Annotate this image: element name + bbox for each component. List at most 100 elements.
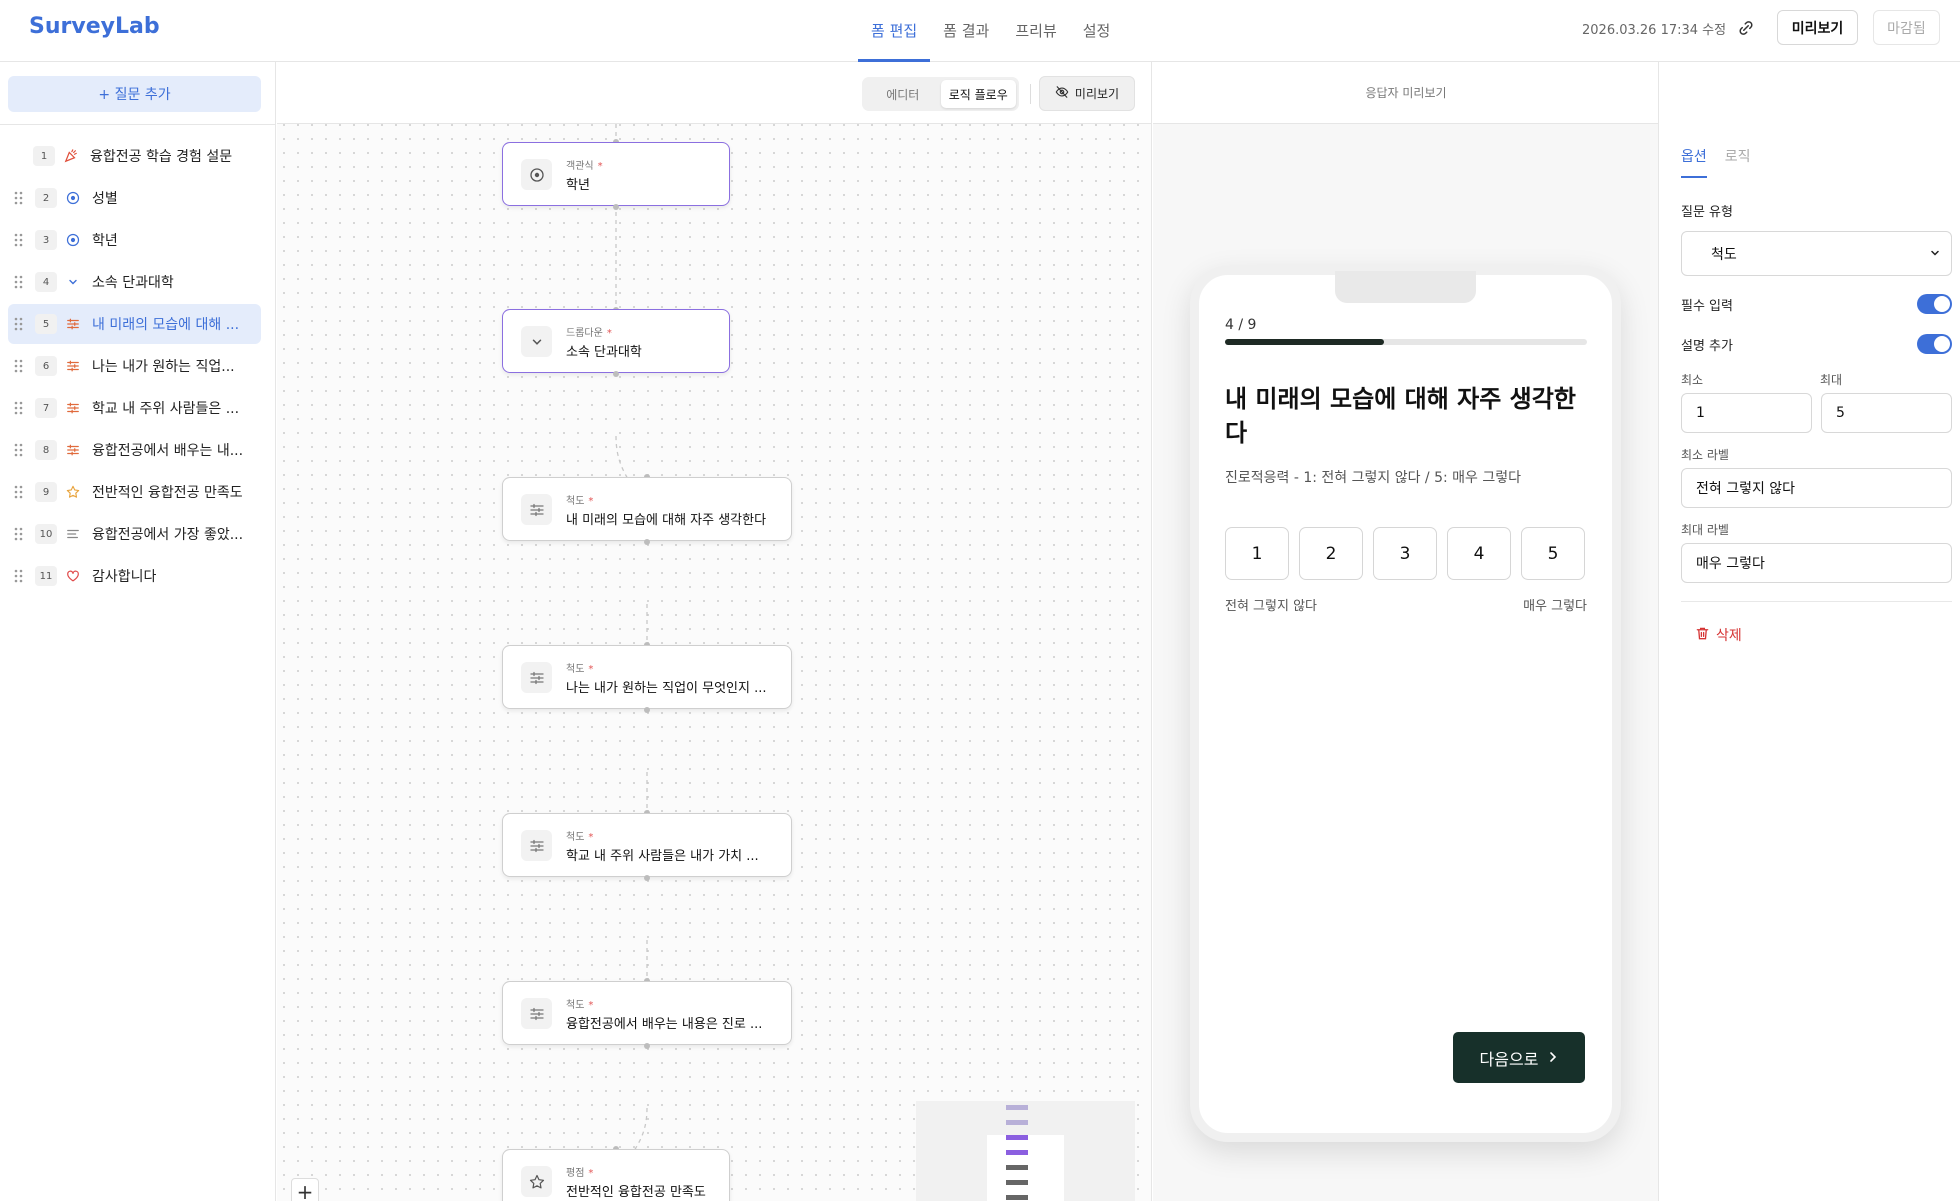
- tab-form-results[interactable]: 폼 결과: [930, 0, 1002, 62]
- preview-button[interactable]: 미리보기: [1777, 10, 1858, 45]
- drag-handle-icon[interactable]: [14, 569, 24, 583]
- tab-settings[interactable]: 설정: [1070, 0, 1124, 62]
- node-handle[interactable]: [644, 707, 650, 713]
- drag-handle-icon[interactable]: [14, 359, 24, 373]
- mode-editor[interactable]: 에디터: [865, 80, 941, 108]
- question-item-active[interactable]: 5 내 미래의 모습에 대해 ...: [8, 304, 261, 344]
- question-label: 학교 내 주위 사람들은 ...: [92, 401, 240, 417]
- flow-node[interactable]: 드롭다운 * 소속 단과대학: [502, 309, 730, 373]
- node-handle[interactable]: [613, 371, 619, 377]
- min-text-label: 최소 라벨: [1681, 448, 1729, 462]
- node-title: 소속 단과대학: [566, 345, 642, 360]
- tab-form-edit[interactable]: 폼 편집: [858, 0, 931, 62]
- question-number: 10: [35, 524, 57, 544]
- drag-handle-icon[interactable]: [14, 191, 24, 205]
- node-handle[interactable]: [613, 204, 619, 210]
- question-item[interactable]: 11 감사합니다: [8, 556, 261, 596]
- delete-question-button[interactable]: 삭제: [1695, 625, 1742, 645]
- question-item[interactable]: 10 융합전공에서 가장 좋았...: [8, 514, 261, 554]
- question-item[interactable]: 4 소속 단과대학: [8, 262, 261, 302]
- drag-handle-icon[interactable]: [14, 401, 24, 415]
- min-text-input[interactable]: 전혀 그렇지 않다: [1681, 468, 1952, 508]
- flow-minimap[interactable]: [916, 1101, 1135, 1201]
- drag-handle-icon[interactable]: [14, 443, 24, 457]
- question-label: 감사합니다: [92, 569, 157, 585]
- drag-handle-icon[interactable]: [14, 275, 24, 289]
- node-handle[interactable]: [644, 875, 650, 881]
- drag-handle-icon[interactable]: [14, 485, 24, 499]
- preview-toggle-label: 미리보기: [1074, 87, 1120, 101]
- max-value-input[interactable]: 5: [1821, 393, 1952, 433]
- scale-option-3[interactable]: 3: [1373, 527, 1437, 580]
- minimap-node: [1006, 1195, 1028, 1200]
- progress-fill: [1225, 339, 1385, 345]
- minimap-node: [1006, 1120, 1028, 1125]
- scale-icon: [65, 442, 81, 458]
- flow-node[interactable]: 척도 * 학교 내 주위 사람들은 내가 가치 ...: [502, 813, 792, 877]
- flow-node[interactable]: 척도 * 나는 내가 원하는 직업이 무엇인지 ...: [502, 645, 792, 709]
- flow-node[interactable]: 척도 * 내 미래의 모습에 대해 자주 생각한다: [502, 477, 792, 541]
- closed-button[interactable]: 마감됨: [1873, 10, 1940, 45]
- question-number: 4: [35, 272, 57, 292]
- node-title: 나는 내가 원하는 직업이 무엇인지 ...: [566, 681, 767, 696]
- question-item[interactable]: 6 나는 내가 원하는 직업...: [8, 346, 261, 386]
- scale-option-1[interactable]: 1: [1225, 527, 1289, 580]
- tab-preview[interactable]: 프리뷰: [1002, 0, 1069, 62]
- mode-logic-flow[interactable]: 로직 플로우: [940, 80, 1016, 108]
- question-list: 1 융합전공 학습 경험 설문 2 성별 3 학년 4 소속 단과대학 5 내 …: [8, 136, 261, 598]
- scale-icon: [65, 400, 81, 416]
- question-item[interactable]: 1 융합전공 학습 경험 설문: [8, 136, 261, 176]
- scale-option-5[interactable]: 5: [1521, 527, 1585, 580]
- drag-handle-icon[interactable]: [14, 527, 24, 541]
- trash-icon: [1695, 626, 1710, 645]
- flow-node[interactable]: 객관식 * 학년: [502, 142, 730, 206]
- link-icon[interactable]: [1734, 16, 1758, 40]
- drag-handle-icon[interactable]: [14, 317, 24, 331]
- flow-node[interactable]: 척도 * 융합전공에서 배우는 내용은 진로 ...: [502, 981, 792, 1045]
- eye-off-icon: [1055, 85, 1069, 102]
- max-value-label: 최대: [1820, 373, 1843, 387]
- question-type-select[interactable]: 척도: [1681, 231, 1952, 276]
- tab-logic[interactable]: 로직: [1725, 146, 1751, 178]
- brand-logo[interactable]: SurveyLab: [29, 14, 160, 39]
- question-item[interactable]: 3 학년: [8, 220, 261, 260]
- description-toggle[interactable]: [1917, 334, 1952, 354]
- minimap-node: [1006, 1180, 1028, 1185]
- scale-option-4[interactable]: 4: [1447, 527, 1511, 580]
- node-handle[interactable]: [644, 1043, 650, 1049]
- canvas-toolbar: 에디터 로직 플로우 미리보기: [277, 62, 1151, 124]
- question-label: 성별: [92, 191, 118, 207]
- radio-icon: [65, 232, 81, 248]
- scale-min-label: 전혀 그렇지 않다: [1225, 599, 1317, 614]
- node-title: 내 미래의 모습에 대해 자주 생각한다: [566, 513, 767, 528]
- preview-toggle-button[interactable]: 미리보기: [1039, 76, 1135, 111]
- radio-icon: [521, 159, 552, 190]
- min-value-input[interactable]: 1: [1681, 393, 1812, 433]
- node-title: 전반적인 융합전공 만족도: [566, 1185, 706, 1200]
- add-question-button[interactable]: + 질문 추가: [8, 76, 261, 112]
- respondent-preview-pane: 응답자 미리보기 4 / 9 내 미래의 모습에 대해 자주 생각한다 진로적응…: [1153, 62, 1659, 1201]
- required-toggle[interactable]: [1917, 294, 1952, 314]
- question-number: 11: [35, 566, 57, 586]
- scale-icon: [521, 998, 552, 1029]
- heart-icon: [65, 568, 81, 584]
- question-number: 8: [35, 440, 57, 460]
- question-item[interactable]: 2 성별: [8, 178, 261, 218]
- max-text-input[interactable]: 매우 그렇다: [1681, 543, 1952, 583]
- tab-options[interactable]: 옵션: [1681, 146, 1707, 178]
- scale-option-2[interactable]: 2: [1299, 527, 1363, 580]
- drag-handle-icon[interactable]: [14, 233, 24, 247]
- next-button[interactable]: 다음으로: [1453, 1032, 1585, 1083]
- minimap-node: [1006, 1165, 1028, 1170]
- next-button-label: 다음으로: [1479, 1049, 1539, 1069]
- question-item[interactable]: 9 전반적인 융합전공 만족도: [8, 472, 261, 512]
- panel-divider: [1681, 601, 1952, 602]
- logic-flow-canvas[interactable]: 에디터 로직 플로우 미리보기 객관식* 학년 드롭다운* 소속 단과대학: [277, 62, 1152, 1201]
- delete-label: 삭제: [1716, 628, 1742, 644]
- question-label: 융합전공에서 배우는 내...: [92, 443, 244, 459]
- node-handle[interactable]: [644, 539, 650, 545]
- question-item[interactable]: 7 학교 내 주위 사람들은 ...: [8, 388, 261, 428]
- zoom-in-button[interactable]: +: [291, 1178, 319, 1201]
- question-item[interactable]: 8 융합전공에서 배우는 내...: [8, 430, 261, 470]
- flow-node[interactable]: 평점 * 전반적인 융합전공 만족도: [502, 1149, 730, 1201]
